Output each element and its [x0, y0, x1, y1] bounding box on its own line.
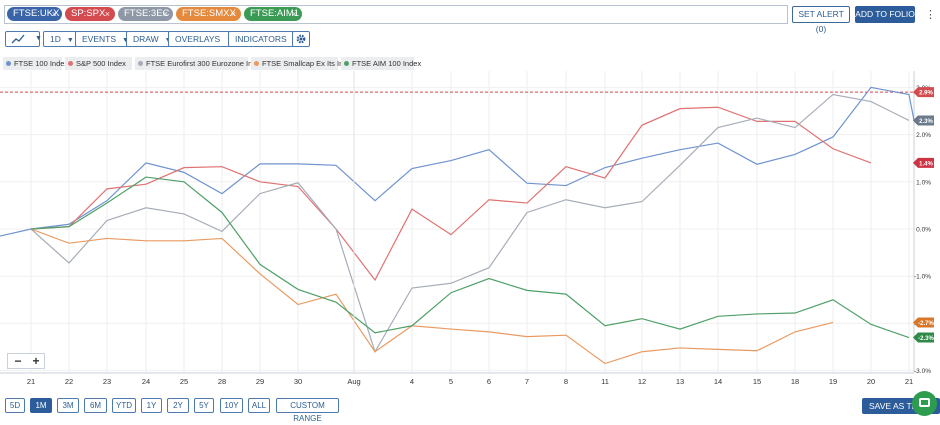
x-tick-label: 22	[65, 377, 73, 386]
symbol-tag[interactable]: FTSE:3EC ×	[118, 7, 173, 21]
legend-label: FTSE AIM 100 Index	[352, 59, 422, 68]
indicators-label: INDICATORS	[235, 34, 287, 44]
range-button[interactable]: 2Y	[167, 398, 189, 413]
y-tick-label: -3.0%	[914, 368, 931, 375]
x-tick-label: 14	[714, 377, 722, 386]
range-button[interactable]: 1Y	[141, 398, 162, 413]
legend-item[interactable]: S&P 500 Index	[65, 57, 132, 70]
series-line[interactable]	[0, 86, 915, 237]
set-alert-button[interactable]: SET ALERT (0)	[792, 6, 850, 34]
symbol-tag-label: SP:SPX	[71, 8, 106, 19]
y-tick-label: 0.0%	[916, 227, 931, 234]
x-tick-label: 18	[791, 377, 799, 386]
chart-area[interactable]: 21 22 23 24 25 28 29 30 Aug 4 5 6 7 8 11 12 13 14 15 18 19 20…	[0, 71, 940, 391]
x-tick-label: 28	[218, 377, 226, 386]
x-tick-label: 21	[27, 377, 35, 386]
x-tick-label: 6	[487, 377, 491, 386]
legend-dot-icon	[138, 61, 143, 66]
x-tick-label: 15	[753, 377, 761, 386]
remove-symbol-icon[interactable]: ×	[52, 7, 57, 21]
value-flag: -2.3%	[913, 332, 934, 343]
symbol-tag[interactable]: FTSE:AIM1 ×	[244, 7, 302, 21]
x-tick-label: 30	[294, 377, 302, 386]
chat-icon	[919, 398, 930, 407]
symbol-tag[interactable]: FTSE:UKX ×	[7, 7, 62, 21]
legend-dot-icon	[254, 61, 259, 66]
x-tick-label: 25	[180, 377, 188, 386]
zoom-in-button[interactable]: +	[27, 354, 45, 368]
zoom-controls: − +	[7, 353, 45, 369]
legend-item[interactable]: FTSE AIM 100 Index	[341, 57, 421, 70]
remove-symbol-icon[interactable]: ×	[105, 7, 110, 21]
legend-dot-icon	[68, 61, 73, 66]
x-tick-label: 24	[142, 377, 150, 386]
value-flag-label: 1.4%	[919, 161, 933, 167]
add-to-folio-button[interactable]: ADD TO FOLIO	[855, 6, 915, 23]
more-options-icon[interactable]: ⋮	[925, 8, 936, 22]
x-tick-label: 23	[103, 377, 111, 386]
x-tick-label: 7	[525, 377, 529, 386]
x-tick-label: 19	[829, 377, 837, 386]
chat-button[interactable]	[912, 391, 937, 416]
x-tick-label: 11	[601, 377, 609, 386]
value-flag-label: -2.3%	[918, 336, 934, 342]
x-tick-label: 12	[638, 377, 646, 386]
legend-item[interactable]: FTSE Eurofirst 300 Eurozone Index	[135, 57, 264, 70]
series-line[interactable]	[30, 176, 910, 339]
x-tick-label: Aug	[347, 377, 360, 386]
legend-item[interactable]: FTSE 100 Index	[3, 57, 68, 70]
remove-symbol-icon[interactable]: ×	[231, 7, 236, 21]
zoom-out-button[interactable]: −	[9, 354, 27, 368]
draw-label: DRAW	[133, 34, 159, 44]
gear-icon	[296, 34, 306, 44]
value-flag-label: 2.3%	[919, 119, 933, 125]
chart-type-dropdown[interactable]: ▼	[5, 31, 42, 47]
legend-dot-icon	[6, 61, 11, 66]
interval-label: 1D	[50, 34, 61, 44]
set-alert-count: (0)	[815, 24, 827, 34]
x-tick-label: 4	[410, 377, 414, 386]
x-tick-label: 21	[905, 377, 913, 386]
symbol-tag-label: FTSE:SMXX	[182, 8, 236, 19]
value-flag-label: -2.7%	[918, 321, 934, 327]
x-tick-label: 8	[564, 377, 568, 386]
legend-label: S&P 500 Index	[76, 59, 126, 68]
legend-dot-icon	[344, 61, 349, 66]
y-tick-label: -1.0%	[914, 274, 931, 281]
range-button[interactable]: 10Y	[220, 398, 243, 413]
remove-symbol-icon[interactable]: ×	[292, 7, 297, 21]
range-button[interactable]: CUSTOM RANGE	[276, 398, 339, 423]
series-line[interactable]	[30, 228, 834, 365]
set-alert-label: SET ALERT	[798, 9, 844, 19]
remove-symbol-icon[interactable]: ×	[163, 7, 168, 21]
range-button[interactable]: ALL	[248, 398, 270, 413]
value-flag: 2.3%	[913, 115, 934, 126]
range-button[interactable]: 5Y	[194, 398, 214, 413]
x-tick-label: 13	[676, 377, 684, 386]
chart-settings-button[interactable]	[292, 31, 310, 47]
line-chart-icon	[11, 34, 25, 44]
x-tick-label: 20	[867, 377, 875, 386]
x-tick-label: 5	[449, 377, 453, 386]
range-button[interactable]: YTD	[112, 398, 136, 413]
events-label: EVENTS	[82, 34, 117, 44]
chevron-down-icon: ▼	[66, 37, 74, 44]
range-button[interactable]: 5D	[5, 398, 25, 413]
legend-label: FTSE 100 Index	[14, 59, 69, 68]
symbol-tag[interactable]: SP:SPX ×	[65, 7, 115, 21]
legend-label: FTSE Eurofirst 300 Eurozone Index	[146, 59, 265, 68]
x-tick-label: 29	[256, 377, 264, 386]
value-flag-label: 2.9%	[919, 91, 933, 97]
range-button[interactable]: 6M	[84, 398, 107, 413]
overlays-label: OVERLAYS	[175, 34, 221, 44]
value-flag: 1.4%	[913, 157, 934, 168]
symbol-tag[interactable]: FTSE:SMXX ×	[176, 7, 241, 21]
legend-item[interactable]: FTSE Smallcap Ex Its Index	[251, 57, 355, 70]
y-tick-label: 1.0%	[916, 179, 931, 186]
range-button[interactable]: 3M	[57, 398, 79, 413]
y-tick-label: 2.0%	[916, 132, 931, 139]
range-button[interactable]: 1M	[30, 398, 52, 413]
